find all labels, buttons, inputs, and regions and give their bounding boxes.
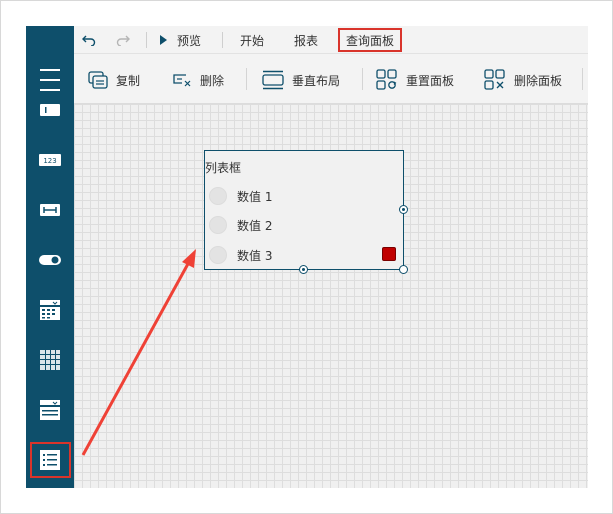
reset-panel-button[interactable]: 重置面板	[376, 68, 454, 92]
list-item[interactable]: 数值 2	[209, 215, 272, 235]
listbox-tool-highlight	[30, 442, 71, 478]
delete-panel-label: 删除面板	[514, 73, 563, 88]
ribbon-separator	[246, 68, 247, 90]
copy-label: 复制	[116, 73, 141, 88]
resize-handle-corner[interactable]	[399, 265, 408, 274]
tab-start[interactable]: 开始	[240, 30, 264, 50]
delete-label: 删除	[200, 73, 225, 88]
toolbar-tabs: 预览 开始 报表 查询面板	[74, 26, 588, 54]
resize-handle-right[interactable]	[399, 205, 408, 214]
range-tool-icon[interactable]	[26, 192, 74, 228]
dropdown-tool-icon[interactable]	[26, 392, 74, 428]
list-item[interactable]: 数值 3	[209, 245, 272, 265]
radio-icon	[209, 187, 227, 205]
list-item[interactable]: 数值 1	[209, 186, 272, 206]
tab-query-panel[interactable]: 查询面板	[338, 28, 403, 52]
selection-marker-icon[interactable]	[382, 247, 396, 261]
radio-icon	[209, 216, 227, 234]
play-icon	[160, 35, 167, 45]
listbox-title: 列表框	[205, 161, 242, 175]
delete-icon	[173, 74, 191, 87]
copy-icon	[88, 71, 108, 89]
list-item-label: 数值 2	[237, 218, 273, 233]
toolbar-separator	[146, 32, 147, 48]
delete-panel-button[interactable]: 删除面板	[484, 68, 562, 92]
date-picker-tool-icon[interactable]	[26, 292, 74, 328]
redo-icon[interactable]	[116, 30, 130, 50]
text-input-tool-icon[interactable]	[26, 92, 74, 128]
calendar-range-tool-icon[interactable]	[26, 342, 74, 378]
toolbar-separator	[222, 32, 223, 48]
sidebar: 123	[26, 26, 74, 488]
number-input-tool-icon[interactable]: 123	[26, 142, 74, 178]
preview-button[interactable]: 预览	[160, 30, 201, 50]
listbox-widget[interactable]: 列表框 数值 1 数值 2 数值 3	[204, 150, 404, 270]
delete-panel-icon	[484, 69, 505, 90]
list-item-label: 数值 1	[237, 189, 273, 204]
list-item-label: 数值 3	[237, 248, 273, 263]
vertical-layout-icon	[262, 70, 284, 90]
svg-text:123: 123	[43, 157, 56, 165]
ribbon-separator	[362, 68, 363, 90]
reset-panel-label: 重置面板	[406, 73, 455, 88]
ribbon-separator	[582, 68, 583, 90]
ribbon: 复制 删除 垂直布局 重置面板 删除面板	[74, 54, 588, 104]
radio-icon	[209, 246, 227, 264]
vertical-layout-label: 垂直布局	[292, 73, 341, 88]
undo-icon[interactable]	[82, 30, 96, 50]
delete-button[interactable]: 删除	[172, 68, 224, 92]
resize-handle-bottom[interactable]	[299, 265, 308, 274]
tab-report[interactable]: 报表	[294, 30, 318, 50]
copy-button[interactable]: 复制	[88, 68, 140, 92]
toggle-tool-icon[interactable]	[26, 242, 74, 278]
preview-label: 预览	[177, 33, 202, 48]
reset-panel-icon	[376, 69, 397, 90]
vertical-layout-button[interactable]: 垂直布局	[262, 68, 340, 92]
